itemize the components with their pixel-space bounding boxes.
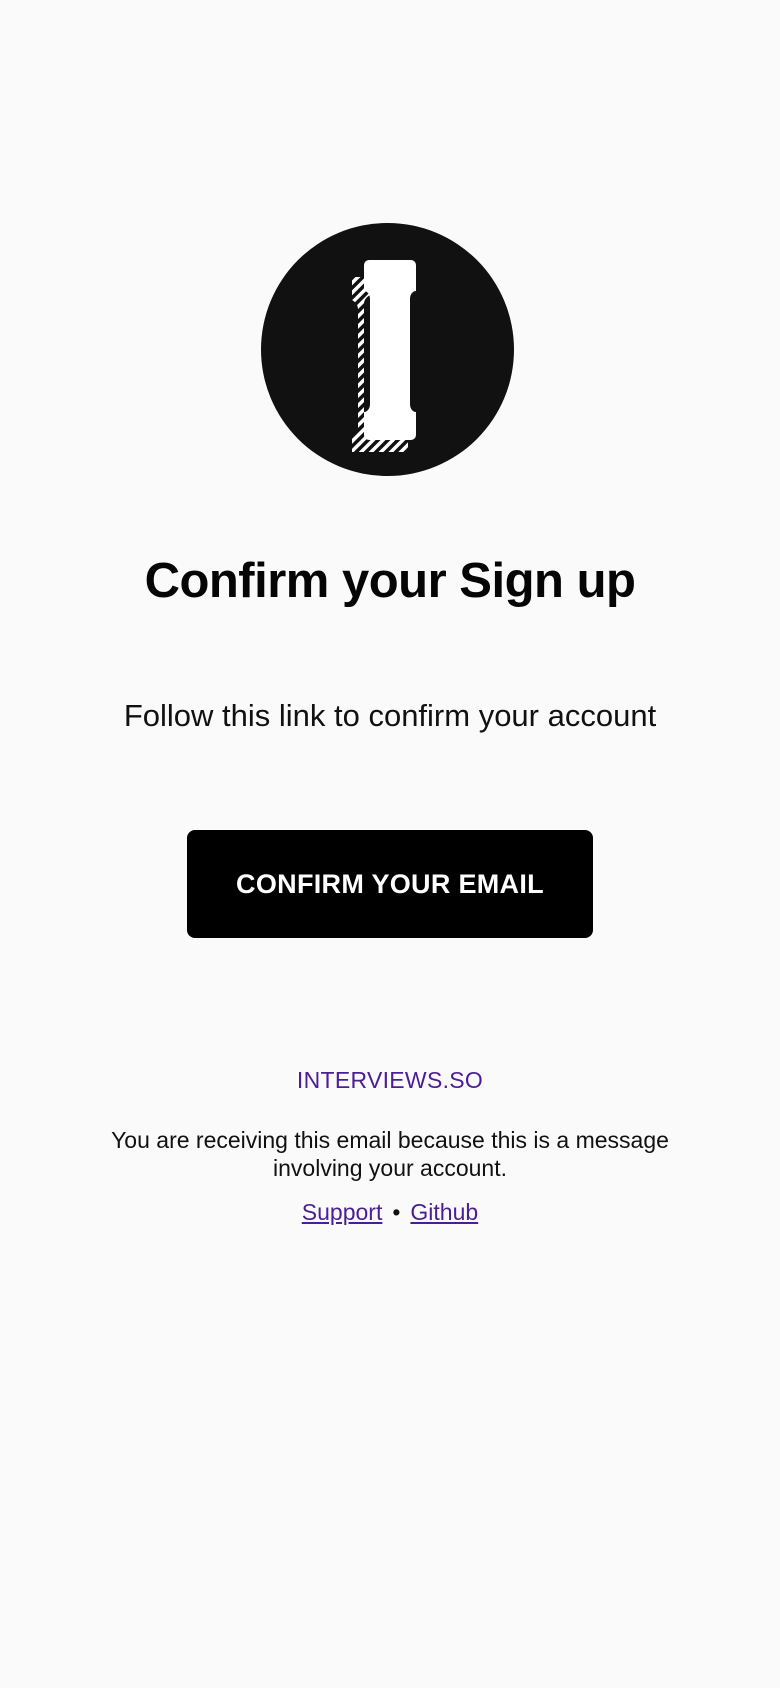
- brand-name: INTERVIEWS.SO: [296, 1067, 484, 1093]
- footer-links: Support • Github: [0, 1196, 780, 1228]
- instruction-text: Follow this link to confirm your account: [123, 698, 657, 733]
- confirm-email-button[interactable]: CONFIRM YOUR EMAIL: [187, 830, 593, 938]
- support-link[interactable]: Support: [302, 1199, 383, 1225]
- email-body: Confirm your Sign up Follow this link to…: [0, 0, 780, 1688]
- link-separator: •: [392, 1199, 401, 1225]
- page-title: Confirm your Sign up: [144, 554, 636, 608]
- email-notice-text: You are receiving this email because thi…: [111, 1127, 669, 1181]
- interviews-logo-icon: [261, 223, 514, 476]
- github-link[interactable]: Github: [410, 1199, 478, 1225]
